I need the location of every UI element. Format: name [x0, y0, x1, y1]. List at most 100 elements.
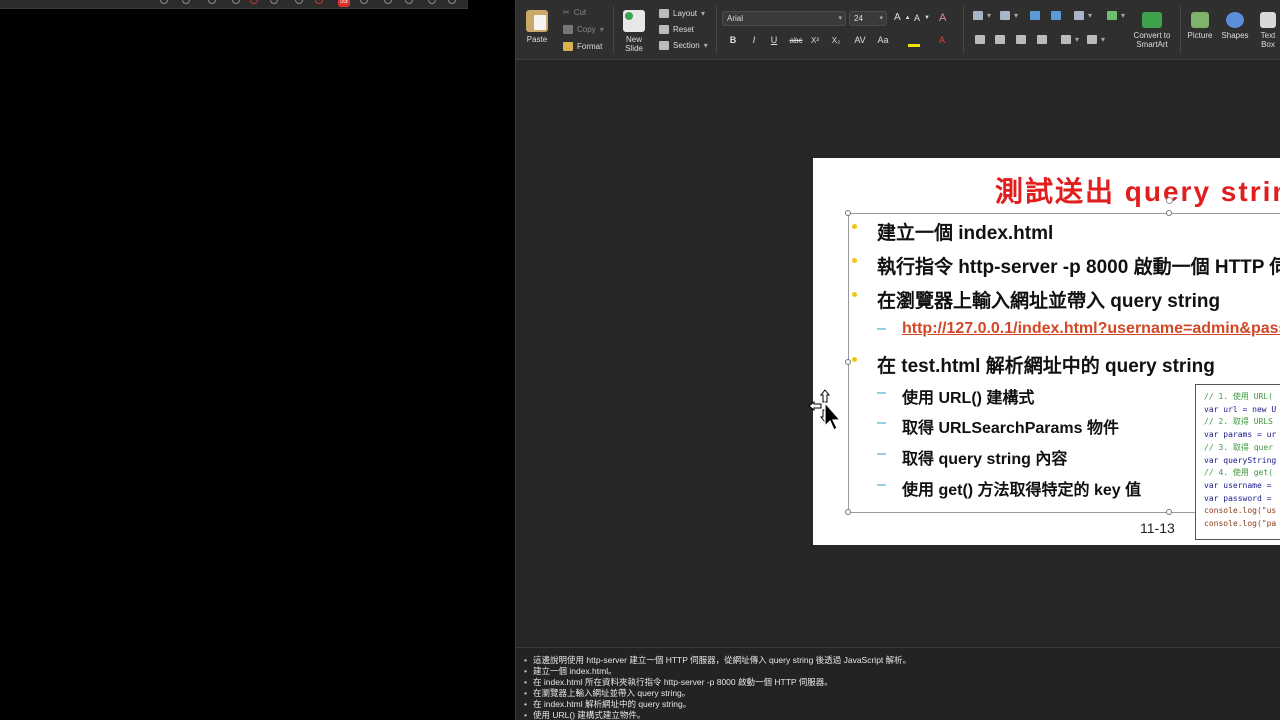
parse-step-text: 取得 query string 內容	[902, 451, 1068, 468]
slide-page-number: 11-13	[1140, 520, 1175, 536]
copy-button[interactable]: Copy ▾	[563, 25, 604, 34]
section-label: Section	[673, 41, 700, 50]
bullet-item[interactable]: 在瀏覽器上輸入網址並帶入 query string	[852, 286, 1221, 313]
bullet-item[interactable]: 建立一個 index.html	[852, 218, 1054, 245]
speaker-notes-pane[interactable]: 這邊說明使用 http-server 建立一個 HTTP 伺服器，從網址傳入 q…	[516, 647, 1280, 720]
reset-button[interactable]: Reset	[659, 25, 694, 34]
align-right-icon	[1016, 35, 1026, 44]
new-slide-button[interactable]: New Slide	[619, 10, 649, 53]
convert-smartart-button[interactable]: Convert to SmartArt	[1130, 12, 1174, 49]
toolbar-icon[interactable]	[295, 0, 303, 4]
character-spacing-button[interactable]: AV	[852, 34, 868, 47]
paste-button[interactable]: Paste	[524, 10, 550, 44]
underline-button[interactable]: U	[768, 34, 780, 47]
query-url-link[interactable]: http://127.0.0.1/index.html?username=adm…	[902, 320, 1280, 337]
slide-canvas-area[interactable]: 測試送出 query string 建立一個 index.html 執行指令 h…	[516, 61, 1280, 647]
toolbar-icon[interactable]	[428, 0, 436, 4]
code-line: // 2. 取得 URLS	[1204, 417, 1273, 427]
font-size-value: 24	[854, 14, 863, 23]
numbering-button[interactable]: ▾	[1000, 11, 1018, 20]
toolbar-icon[interactable]	[232, 0, 240, 4]
note-line: 建立一個 index.html。	[524, 666, 1280, 677]
grow-font-button[interactable]: A ▲	[894, 12, 911, 23]
shapes-label: Shapes	[1221, 31, 1249, 40]
code-snippet-box[interactable]: // 1. 使用 URL(var url = new U // 2. 取得 URL…	[1195, 384, 1280, 540]
font-size-select[interactable]: 24 ▾	[849, 11, 887, 26]
increase-indent-button[interactable]	[1051, 11, 1061, 20]
toolbar-icon[interactable]	[208, 0, 216, 4]
toolbar-icon[interactable]	[315, 0, 323, 4]
smartart-label-1: Convert to	[1133, 31, 1171, 40]
bullet-text: 執行指令 http-server -p 8000 啟動一個 HTTP 伺服器	[877, 257, 1280, 278]
highlight-color-button[interactable]	[904, 34, 924, 47]
align-right-button[interactable]	[1016, 35, 1026, 44]
bold-button[interactable]: B	[727, 34, 739, 47]
picture-button[interactable]: Picture	[1184, 12, 1216, 40]
ribbon-separator	[716, 6, 717, 54]
copy-label: Copy	[577, 25, 596, 34]
justify-button[interactable]	[1037, 35, 1047, 44]
shapes-button[interactable]: Shapes	[1219, 12, 1251, 40]
bullet-text: 在 test.html 解析網址中的 query string	[877, 356, 1215, 377]
bullet-item[interactable]: 執行指令 http-server -p 8000 啟動一個 HTTP 伺服器	[852, 252, 1280, 279]
chevron-down-icon: ▾	[838, 15, 842, 22]
align-left-icon	[975, 35, 985, 44]
toolbar-icon[interactable]	[270, 0, 278, 4]
font-name-select[interactable]: Arial ▾	[722, 11, 846, 26]
shrink-font-button[interactable]: A ▼	[914, 13, 930, 23]
columns-button[interactable]: ▾	[1107, 11, 1125, 20]
align-left-button[interactable]	[975, 35, 985, 44]
format-painter-button[interactable]: Format	[563, 42, 602, 51]
bullet-dot	[852, 224, 857, 229]
slide[interactable]: 測試送出 query string 建立一個 index.html 執行指令 h…	[813, 158, 1280, 545]
parse-step[interactable]: – 取得 query string 內容	[877, 445, 1068, 469]
parse-step-text: 使用 URL() 建構式	[902, 390, 1035, 407]
align-text-button[interactable]: ▾	[1087, 35, 1105, 44]
text-direction-button[interactable]: ▾	[1061, 35, 1079, 44]
resize-handle[interactable]	[845, 210, 851, 216]
resize-handle[interactable]	[845, 509, 851, 515]
note-line: 在 index.html 所在資料夾執行指令 http-server -p 80…	[524, 677, 1280, 688]
code-line: console.log("us	[1204, 506, 1277, 516]
code-line: var password =	[1204, 493, 1277, 503]
superscript-button[interactable]: X²	[808, 34, 822, 47]
resize-handle[interactable]	[1166, 509, 1172, 515]
ribbon-separator	[1180, 6, 1181, 54]
align-center-button[interactable]	[995, 35, 1005, 44]
toolbar-icon[interactable]	[384, 0, 392, 4]
toolbar-icon[interactable]	[405, 0, 413, 4]
slide-title[interactable]: 測試送出 query string	[995, 170, 1280, 210]
screen: 53 Paste ✂ Cut Copy ▾ Format New Slide L…	[0, 0, 1280, 720]
font-color-button[interactable]: A	[932, 34, 952, 47]
line-spacing-button[interactable]: ▾	[1074, 11, 1092, 20]
strikethrough-button[interactable]: abc	[787, 34, 805, 47]
italic-button[interactable]: I	[748, 34, 760, 47]
toolbar-icon[interactable]	[160, 0, 168, 4]
resize-handle[interactable]	[845, 359, 851, 365]
parse-step[interactable]: – 使用 get() 方法取得特定的 key 值	[877, 476, 1141, 500]
format-label: Format	[577, 42, 603, 51]
change-case-button[interactable]: Aa	[875, 34, 891, 47]
section-button[interactable]: Section ▾	[659, 41, 708, 50]
bullets-button[interactable]: ▾	[973, 11, 991, 20]
bullet-text: 在瀏覽器上輸入網址並帶入 query string	[877, 291, 1221, 312]
clear-format-icon[interactable]: A	[939, 12, 946, 24]
parse-step[interactable]: – 取得 URLSearchParams 物件	[877, 414, 1119, 438]
toolbar-icon[interactable]	[360, 0, 368, 4]
decrease-indent-button[interactable]	[1030, 11, 1040, 20]
indent-icon	[1051, 11, 1061, 20]
parse-step[interactable]: – 使用 URL() 建構式	[877, 384, 1035, 408]
url-sub-item[interactable]: – http://127.0.0.1/index.html?username=ad…	[877, 320, 1280, 338]
record-icon[interactable]	[250, 0, 258, 4]
reset-label: Reset	[673, 25, 694, 34]
bullet-item[interactable]: 在 test.html 解析網址中的 query string	[852, 351, 1215, 378]
subscript-button[interactable]: X₂	[829, 34, 843, 47]
resize-handle[interactable]	[1166, 210, 1172, 216]
layout-button[interactable]: Layout ▾	[659, 9, 705, 18]
cut-button[interactable]: ✂ Cut	[563, 8, 586, 17]
bullet-text: 建立一個 index.html	[877, 223, 1054, 244]
toolbar-icon[interactable]	[182, 0, 190, 4]
text-box-button[interactable]: Text Box	[1257, 12, 1279, 49]
toolbar-icon[interactable]	[448, 0, 456, 4]
rotate-handle-icon[interactable]	[1166, 197, 1173, 204]
